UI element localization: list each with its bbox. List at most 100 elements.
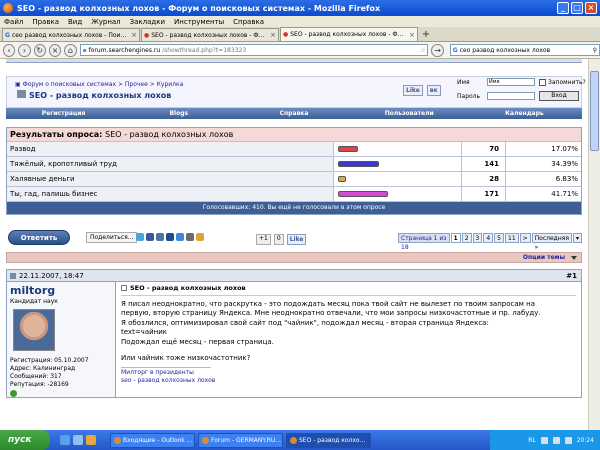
post-title: SEO - развод колхозных лохов [121,284,576,296]
livejournal-icon[interactable] [166,233,174,241]
password-input[interactable] [487,92,535,100]
page-11[interactable]: 11 [505,233,519,243]
login-button[interactable]: Вход [539,91,579,101]
avatar[interactable] [13,309,55,351]
page-3[interactable]: 3 [472,233,483,243]
facebook-like-button[interactable]: Like [286,234,307,245]
signature-link[interactable]: Милторг в президенты [121,369,211,378]
home-button[interactable]: ⌂ [64,43,77,57]
menu-tools[interactable]: Инструменты [174,18,224,26]
twitter-icon[interactable] [136,233,144,241]
close-tab-icon[interactable]: × [409,31,415,39]
tray-icon[interactable] [564,436,572,444]
browser-tab-active[interactable]: ● SEO - развод колхозных лохов - Фору...… [280,27,418,41]
taskbar-firefox-forum[interactable]: Forum - GERMANY.RU... [198,432,283,448]
pager-dropdown-icon[interactable]: ▾ [572,233,582,243]
next-page[interactable]: > [519,233,531,243]
new-tab-icon[interactable]: + [419,29,433,41]
poll-option-label: Ты, гад, палишь бизнес [7,187,334,201]
forward-button[interactable]: › [18,43,31,57]
tab-label: сео развод колхозных лохов - Поиск в... [11,31,130,39]
start-button[interactable]: пуск [0,430,50,450]
bookmark-star-icon[interactable]: ☆ [420,47,425,54]
go-button[interactable]: → [431,43,444,57]
pagination: Страница 1 из 18 1 2 3 4 5 11 > Последня… [398,233,582,251]
nav-calendar[interactable]: Календарь [467,110,582,117]
search-box[interactable]: G сео развод колхозных лохов ⚲ [449,44,600,56]
maximize-button[interactable]: □ [571,2,583,14]
tab-bar: G сео развод колхозных лохов - Поиск в..… [0,27,600,42]
vk-icon[interactable] [156,233,164,241]
facebook-icon[interactable] [146,233,154,241]
search-icon[interactable]: ⚲ [593,47,597,54]
share-button[interactable]: Поделиться... [86,232,138,243]
breadcrumb-link[interactable]: Форум о поисковых системах [23,81,116,88]
close-tab-icon[interactable]: × [270,31,276,39]
mail-icon[interactable] [176,233,184,241]
post-number[interactable]: #1 [566,270,577,282]
last-page[interactable]: Последняя » [531,233,572,251]
chevron-down-icon[interactable] [571,256,577,260]
tray-icon[interactable] [552,436,560,444]
user-details: Регистрация: 05.10.2007 Адрес: Калинингр… [10,357,112,397]
vote-count: 0 [273,234,284,245]
username[interactable]: miltorg [10,284,112,297]
desktop-icon[interactable] [73,435,83,445]
plus-one-button[interactable]: +1 [256,234,271,245]
media-icon[interactable] [86,435,96,445]
taskbar-outlook[interactable]: Входящие - Outlook ... [110,432,195,448]
menu-edit[interactable]: Правка [32,18,59,26]
forum-post: 22.11.2007, 18:47 #1 miltorg Кандидат на… [6,269,582,398]
breadcrumb: ▣ Форум о поисковых системах > Прочее > … [15,81,184,88]
back-button[interactable]: ‹ [3,43,16,57]
nav-blogs[interactable]: Blogs [121,110,236,117]
post-line: Подождал ещё месяц - первая страница. [121,337,274,346]
email-icon[interactable] [196,233,204,241]
menu-view[interactable]: Вид [68,18,82,26]
remember-checkbox[interactable] [539,79,546,86]
ie-icon[interactable] [60,435,70,445]
page-4[interactable]: 4 [483,233,494,243]
page-2[interactable]: 2 [461,233,472,243]
close-tab-icon[interactable]: × [131,31,137,39]
poll-option-label: Халявные деньги [7,172,334,186]
reply-button[interactable]: Ответить [8,230,70,245]
browser-tab[interactable]: G сео развод колхозных лохов - Поиск в..… [2,28,140,41]
vertical-scrollbar[interactable] [588,59,600,430]
print-icon[interactable] [186,233,194,241]
menu-file[interactable]: Файл [4,18,23,26]
nav-register[interactable]: Регистрация [6,110,121,117]
page-content: ▣ Форум о поисковых системах > Прочее > … [0,59,588,430]
tray-icon[interactable] [540,436,548,444]
scrollbar-thumb[interactable] [590,71,599,151]
taskbar-firefox-active[interactable]: SEO - развод колхо... [286,432,371,448]
username-input[interactable] [487,78,535,86]
post-title-text: SEO - развод колхозных лохов [130,284,246,292]
menu-bookmarks[interactable]: Закладки [130,18,165,26]
page-1[interactable]: 1 [450,233,461,243]
minimize-button[interactable]: _ [557,2,569,14]
language-indicator[interactable]: RL [528,437,536,444]
post-line: Я писал неоднократно, что раскрутка - эт… [121,299,536,308]
reload-button[interactable]: ↻ [33,43,46,57]
address-bar[interactable]: ▪ forum.searchengines.ru/showthread.php?… [79,44,429,56]
poll-bar [338,191,388,197]
close-button[interactable]: × [585,2,597,14]
breadcrumb-link[interactable]: Курилка [157,81,184,88]
google-icon: G [5,31,10,39]
page-5[interactable]: 5 [494,233,504,243]
menu-help[interactable]: Справка [233,18,264,26]
thread-title[interactable]: SEO - развод колхозных лохов [29,91,171,100]
signature: Милторг в президенты seo - развод колхоз… [121,366,215,386]
breadcrumb-link[interactable]: Прочее [125,81,148,88]
stop-button[interactable]: × [48,43,62,57]
vk-icon[interactable]: вк [426,85,441,96]
poll-votes: 141 [462,157,506,171]
nav-help[interactable]: Справка [236,110,351,117]
signature-link[interactable]: seo - развод колхозных лохов [121,377,215,386]
menu-history[interactable]: Журнал [91,18,120,26]
nav-users[interactable]: Пользователи [352,110,467,117]
browser-tab[interactable]: ● SEO - развод колхозных лохов - Фору...… [141,28,279,41]
facebook-like-button[interactable]: Like [403,85,423,96]
thread-tools-button[interactable]: Опции темы [523,254,565,261]
